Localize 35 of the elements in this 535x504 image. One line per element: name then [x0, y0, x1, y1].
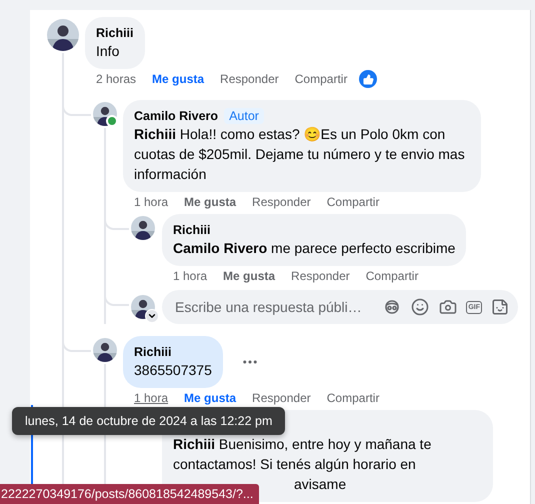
- share-link[interactable]: Compartir: [326, 391, 380, 405]
- date-tooltip: lunes, 14 de octubre de 2024 a las 12:22 pm: [12, 407, 286, 435]
- chevron-down-icon[interactable]: [145, 309, 159, 323]
- comment-text: avisame: [293, 475, 348, 494]
- comment-text: Camilo Rivero me parece perfecto escribime: [173, 239, 456, 258]
- reply-link[interactable]: Responder: [291, 269, 350, 283]
- avatar: [131, 216, 155, 240]
- like-link[interactable]: Me gusta: [152, 72, 204, 86]
- author-name[interactable]: Richiii: [134, 344, 172, 358]
- author-name[interactable]: Richiii: [96, 26, 134, 40]
- share-link[interactable]: Compartir: [294, 72, 348, 86]
- author-name[interactable]: Richiii: [173, 222, 211, 236]
- avatar: [47, 19, 79, 51]
- comment-text: Richiii Hola!! como estas? 😊Es un Polo 0km con cuotas de $205mil. Dejame tu número y te envio mas información: [134, 125, 466, 184]
- author-name[interactable]: Camilo Rivero: [134, 108, 218, 122]
- status-bar-url: 2222270349176/posts/860818542489543/?...: [0, 484, 260, 504]
- share-link[interactable]: Compartir: [366, 269, 418, 283]
- reply-link[interactable]: Responder: [220, 72, 279, 86]
- like-link[interactable]: Me gusta: [184, 195, 236, 209]
- emoji-icon[interactable]: [410, 297, 430, 317]
- reply-link[interactable]: Responder: [252, 391, 311, 405]
- sticker-icon[interactable]: [490, 297, 510, 317]
- like-link[interactable]: Me gusta: [184, 391, 236, 405]
- like-reaction-icon[interactable]: [359, 70, 378, 88]
- timestamp-link[interactable]: 1 hora: [173, 269, 208, 283]
- timestamp-link[interactable]: 1 hora: [134, 195, 168, 209]
- comment-text: Info: [96, 42, 120, 61]
- like-link[interactable]: Me gusta: [223, 269, 276, 283]
- timestamp-link[interactable]: 1 hora: [134, 391, 168, 405]
- avatar: [93, 338, 117, 362]
- timestamp-link[interactable]: 2 horas: [96, 72, 136, 86]
- reply-link[interactable]: Responder: [252, 195, 311, 209]
- author-badge: Autor: [224, 108, 264, 124]
- share-link[interactable]: Compartir: [326, 195, 380, 209]
- comment-text: 3865507375: [134, 361, 212, 380]
